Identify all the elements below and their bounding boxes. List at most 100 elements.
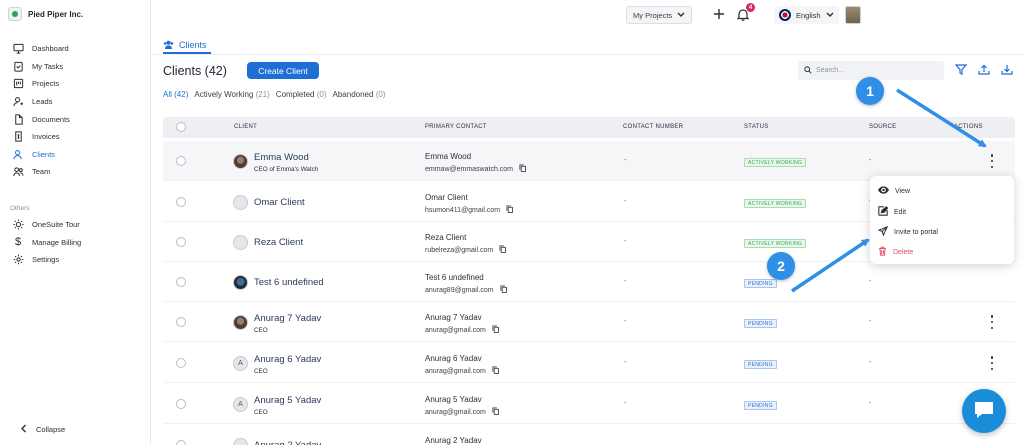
table-row[interactable]: Emma Wood CEO of Emma's Watch Emma Wood emm… <box>163 141 1015 181</box>
primary-contact-email: anurag89@gmail.com <box>425 285 507 295</box>
filter-actively-working[interactable]: Actively Working (21) <box>194 90 269 99</box>
annotation-step-2: 2 <box>767 252 795 280</box>
filter-abandoned[interactable]: Abandoned (0) <box>333 90 386 99</box>
sidebar-item-settings[interactable]: Settings <box>12 251 142 269</box>
menu-item-delete[interactable]: Delete <box>878 246 913 258</box>
sidebar-item-label: Clients <box>32 149 55 159</box>
plus-icon <box>713 8 725 22</box>
search-icon <box>804 65 812 76</box>
copy-icon[interactable] <box>492 325 499 335</box>
export-button[interactable] <box>976 63 992 77</box>
language-label: English <box>796 10 821 20</box>
client-name[interactable]: Anurag 6 Yadav <box>254 354 321 365</box>
client-name[interactable]: Reza Client <box>254 237 303 248</box>
filter-completed[interactable]: Completed (0) <box>276 90 327 99</box>
menu-item-invite-to-portal[interactable]: Invite to portal <box>877 225 938 238</box>
download-button[interactable] <box>999 63 1015 77</box>
copy-icon[interactable] <box>492 407 499 417</box>
language-select[interactable]: English <box>774 6 839 24</box>
row-actions-button[interactable] <box>988 154 996 168</box>
sidebar-item-projects[interactable]: Projects <box>12 75 142 93</box>
status-badge: ACTIVELY WORKING <box>744 199 807 208</box>
source-value: - <box>869 157 872 164</box>
sidebar-item-team[interactable]: Team <box>12 163 142 181</box>
create-client-button[interactable]: Create Client <box>247 62 319 79</box>
sidebar: Pied Piper Inc. Dashboard My Tasks Proje… <box>0 0 151 445</box>
row-select-radio[interactable] <box>176 399 186 409</box>
team-icon <box>12 166 24 178</box>
primary-contact-email: rubelreza@gmail.com <box>425 245 507 255</box>
row-select-radio[interactable] <box>176 358 186 368</box>
client-name[interactable]: Anurag 2 Yadav <box>254 440 321 445</box>
collapse-button[interactable]: Collapse <box>20 424 65 435</box>
row-select-radio[interactable] <box>176 197 186 207</box>
email-text: hsumon411@gmail.com <box>425 206 501 214</box>
sidebar-item-documents[interactable]: Documents <box>12 110 142 128</box>
row-select-radio[interactable] <box>176 317 186 327</box>
sidebar-item-invoices[interactable]: Invoices <box>12 128 142 146</box>
chat-button[interactable] <box>962 389 1006 433</box>
copy-icon[interactable] <box>506 205 514 215</box>
row-select-radio[interactable] <box>176 156 186 166</box>
primary-contact-name: Omar Client <box>425 193 468 202</box>
table-row[interactable]: Anurag 7 Yadav CEO Anurag 7 Yadav anurag@gm… <box>163 302 1015 342</box>
uk-flag-icon <box>779 9 791 21</box>
sidebar-item-dashboard[interactable]: Dashboard <box>12 40 142 58</box>
tab-clients[interactable]: Clients <box>163 38 211 54</box>
copy-icon[interactable] <box>500 285 507 295</box>
dollar-icon: $ <box>14 236 22 249</box>
client-name[interactable]: Anurag 7 Yadav <box>254 313 321 324</box>
table-row[interactable]: Anurag 2 Yadav Anurag 2 Yadav <box>163 425 1015 445</box>
add-button[interactable] <box>711 7 727 23</box>
collapse-label: Collapse <box>36 425 66 434</box>
sidebar-item-label: Leads <box>32 97 53 107</box>
client-name[interactable]: Emma Wood <box>254 152 309 163</box>
main-nav: Dashboard My Tasks Projects Leads Docume… <box>12 40 142 181</box>
row-actions-button[interactable] <box>988 356 996 370</box>
client-name[interactable]: Omar Client <box>254 197 305 208</box>
sidebar-item-clients[interactable]: Clients <box>12 146 142 164</box>
client-avatar <box>233 235 248 250</box>
menu-item-view[interactable]: View <box>878 186 910 196</box>
column-header-client: CLIENT <box>234 124 258 130</box>
page-title: Clients (42) <box>163 64 227 78</box>
projects-select[interactable]: My Projects <box>626 6 692 24</box>
sidebar-item-my-tasks[interactable]: My Tasks <box>12 58 142 76</box>
contact-number: - <box>624 400 627 407</box>
row-select-radio[interactable] <box>176 237 186 247</box>
status-filters: All (42) Actively Working (21) Completed… <box>163 90 385 99</box>
row-select-radio[interactable] <box>176 277 186 287</box>
table-row[interactable]: Test 6 undefined Test 6 undefined anurag89… <box>163 262 1015 302</box>
filter-icon <box>954 63 968 77</box>
filter-label: All <box>163 90 172 99</box>
copy-icon[interactable] <box>519 164 527 174</box>
copy-icon[interactable] <box>492 366 499 376</box>
select-all-radio[interactable] <box>176 122 186 132</box>
client-name[interactable]: Test 6 undefined <box>254 277 324 288</box>
primary-contact-name: Anurag 6 Yadav <box>425 354 482 363</box>
table-row[interactable]: A Anurag 6 Yadav CEO Anurag 6 Yadav anurag@g… <box>163 343 1015 383</box>
sidebar-item-leads[interactable]: Leads <box>12 93 142 111</box>
tab-label: Clients <box>179 40 207 50</box>
filter-button[interactable] <box>953 63 969 77</box>
column-header-contact-number: CONTACT NUMBER <box>623 124 684 130</box>
send-icon <box>877 225 889 238</box>
org-switcher[interactable]: Pied Piper Inc. <box>8 7 83 21</box>
client-subtitle: CEO <box>254 368 268 375</box>
primary-contact-email: anurag@gmail.com <box>425 407 499 417</box>
contact-number: - <box>624 359 627 366</box>
filter-all[interactable]: All (42) <box>163 90 188 99</box>
sidebar-item-label: Invoices <box>32 132 60 142</box>
user-avatar[interactable] <box>845 6 861 24</box>
sidebar-item-onesuite-tour[interactable]: OneSuite Tour <box>12 216 142 234</box>
row-select-radio[interactable] <box>176 440 186 445</box>
client-name[interactable]: Anurag 5 Yadav <box>254 395 321 406</box>
status-badge: PENDING <box>744 401 777 410</box>
source-value: - <box>869 359 872 366</box>
menu-item-edit[interactable]: Edit <box>878 206 906 218</box>
copy-icon[interactable] <box>499 245 507 255</box>
table-row[interactable]: A Anurag 5 Yadav CEO Anurag 5 Yadav anurag@g… <box>163 384 1015 424</box>
projects-icon <box>12 78 24 90</box>
row-actions-button[interactable] <box>988 315 996 329</box>
sidebar-item-manage-billing[interactable]: $ Manage Billing <box>12 234 142 252</box>
